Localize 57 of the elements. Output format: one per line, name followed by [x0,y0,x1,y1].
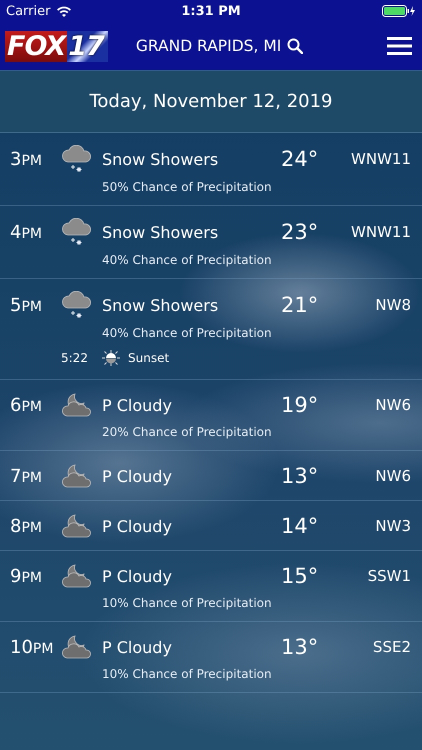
snow-cloud-icon [61,291,93,319]
hour-label: 3PM [10,148,43,170]
moon-cloud-icon [61,513,93,539]
hour-label: 4PM [10,222,43,242]
condition-text: Snow Showers [102,222,220,242]
condition-text: Snow Showers [102,296,220,314]
temperature: 15° [281,564,320,588]
temperature: 13° [281,464,320,488]
precipitation-text: 40% Chance of Precipitation [102,326,273,340]
wifi-icon [56,5,72,17]
precipitation-text: 10% Chance of Precipitation [102,596,273,610]
temperature: 23° [281,220,320,244]
hour-label: 7PM [10,466,43,486]
temperature: 24° [281,147,320,171]
condition-text: P Cloudy [102,638,173,656]
moon-cloud-icon [61,634,93,660]
moon-cloud-icon [61,392,93,418]
sunset-icon [102,350,120,366]
battery-icon [382,5,416,17]
moon-cloud-icon [61,463,93,489]
precipitation-text: 20% Chance of Precipitation [102,425,273,439]
precipitation-text: 10% Chance of Precipitation [102,667,273,681]
wind-text: SSW1 [366,567,411,585]
wind-text: NW6 [374,396,411,414]
hour-label: 10PM [10,636,54,658]
precipitation-text: 50% Chance of Precipitation [102,180,273,194]
wind-text: NW6 [374,467,411,485]
hour-label: 9PM [10,566,43,586]
hour-label: 5PM [10,294,43,316]
snow-cloud-icon [61,218,93,246]
location-name[interactable]: GRAND RAPIDS, MI [136,37,282,55]
condition-text: P Cloudy [102,466,173,486]
carrier-name: Carrier [6,4,50,18]
event-time: 5:22 [61,351,89,365]
date-heading: Today, November 12, 2019 [89,91,333,112]
condition-text: Snow Showers [102,150,220,168]
condition-text: P Cloudy [102,516,173,536]
wind-text: NW8 [374,296,411,314]
snow-cloud-icon [61,145,93,173]
wind-text: WNW11 [351,150,411,168]
wind-text: SSE2 [372,638,411,656]
search-icon[interactable] [287,38,304,54]
clock-time: 1:31 PM [181,4,241,18]
temperature: 14° [281,514,320,538]
event-label: Sunset [128,351,170,365]
condition-text: P Cloudy [102,566,173,586]
menu-icon[interactable] [387,37,412,55]
temperature: 13° [281,635,320,659]
hour-label: 6PM [10,394,43,416]
moon-cloud-icon [61,563,93,589]
temperature: 19° [281,393,320,417]
wind-text: WNW11 [351,223,411,241]
wind-text: NW3 [374,517,411,535]
hour-label: 8PM [10,516,43,536]
temperature: 21° [281,293,320,317]
precipitation-text: 40% Chance of Precipitation [102,253,273,267]
condition-text: P Cloudy [102,396,173,414]
